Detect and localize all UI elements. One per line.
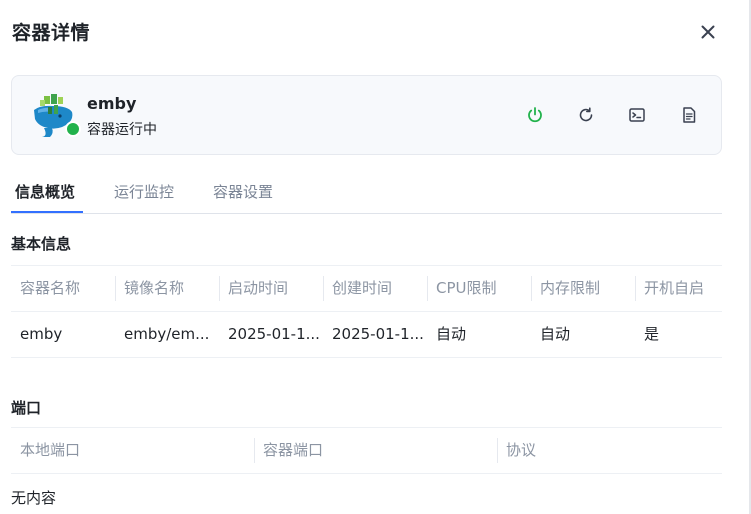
basic-info-title: 基本信息 — [11, 235, 72, 253]
table-header: 容器名称 镜像名称 启动时间 创建时间 CPU限制 内存限制 开机自启 — [11, 265, 722, 312]
tab-settings[interactable]: 容器设置 — [213, 181, 273, 210]
tab-monitor[interactable]: 运行监控 — [114, 181, 174, 210]
terminal-button[interactable] — [626, 104, 648, 126]
tab-bar: 信息概览 运行监控 容器设置 — [11, 181, 722, 214]
column-header: 启动时间 — [228, 279, 289, 297]
table-cell: 是 — [644, 325, 660, 343]
table-cell: 2025-01-1... — [228, 325, 320, 343]
column-header: 创建时间 — [332, 279, 393, 297]
table-header: 本地端口 容器端口 协议 — [11, 427, 722, 474]
restart-icon — [579, 107, 593, 122]
container-name: emby — [87, 94, 137, 113]
column-header: 容器名称 — [20, 279, 81, 297]
logs-button[interactable] — [678, 104, 700, 126]
restart-button[interactable] — [575, 104, 597, 126]
table-row[interactable]: emby emby/em... 2025-01-1... 2025-01-1..… — [11, 312, 722, 358]
column-header: 本地端口 — [20, 441, 81, 459]
column-header: 协议 — [506, 441, 537, 459]
column-header: 开机自启 — [644, 279, 705, 297]
empty-state-text: 无内容 — [11, 489, 57, 507]
container-card: emby 容器运行中 — [11, 75, 722, 155]
dialog-title: 容器详情 — [12, 22, 91, 44]
basic-info-table: 容器名称 镜像名称 启动时间 创建时间 CPU限制 内存限制 开机自启 emby… — [11, 265, 722, 358]
table-cell: emby — [20, 325, 63, 343]
tab-overview[interactable]: 信息概览 — [15, 181, 75, 210]
ports-table: 本地端口 容器端口 协议 — [11, 427, 722, 474]
column-header: 内存限制 — [540, 279, 601, 297]
active-tab-indicator — [11, 211, 83, 213]
table-cell: 自动 — [540, 325, 571, 343]
running-status-dot — [65, 121, 81, 137]
column-header: CPU限制 — [436, 279, 497, 297]
table-cell: 自动 — [436, 325, 467, 343]
start-stop-button[interactable] — [524, 104, 546, 126]
power-icon — [528, 107, 542, 123]
table-cell: 2025-01-1... — [332, 325, 424, 343]
ports-title: 端口 — [11, 399, 42, 417]
table-cell: emby/em... — [124, 325, 210, 343]
close-button[interactable] — [694, 18, 722, 46]
column-header: 容器端口 — [263, 441, 324, 459]
log-icon — [683, 107, 696, 123]
column-header: 镜像名称 — [124, 279, 185, 297]
container-status: 容器运行中 — [87, 122, 157, 138]
close-icon — [701, 25, 715, 39]
terminal-icon — [629, 108, 645, 122]
